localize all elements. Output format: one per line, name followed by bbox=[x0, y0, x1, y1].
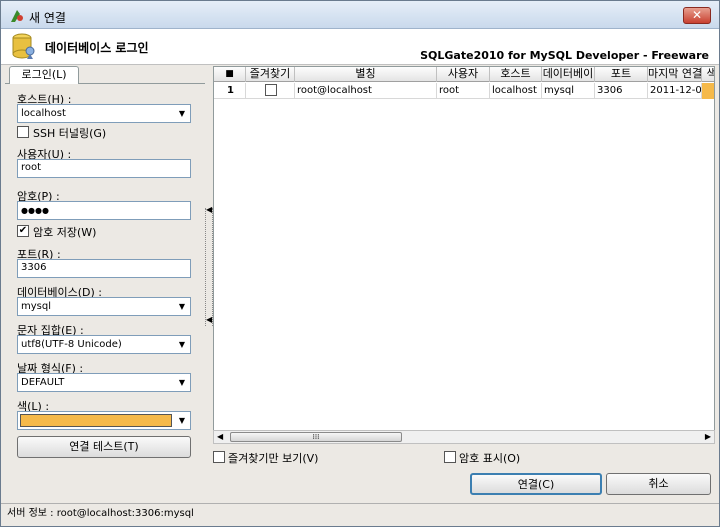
alias-cell: root@localhost bbox=[295, 83, 437, 99]
connect-button[interactable]: 연결(C) bbox=[470, 473, 602, 495]
favorites-only-label: 즐겨찾기만 보기(V) bbox=[228, 452, 319, 465]
status-bar: 서버 정보 : root@localhost:3306:mysql bbox=[1, 503, 719, 526]
chevron-down-icon[interactable]: ▼ bbox=[174, 336, 190, 353]
database-cell: mysql bbox=[542, 83, 595, 99]
login-dialog: 새 연결 ✕ 데이터베이스 로그인 SQLGate2010 for MySQL … bbox=[0, 0, 720, 527]
col-favorite[interactable]: 즐겨찾기 bbox=[246, 67, 295, 82]
select-all-header[interactable]: ■ bbox=[214, 67, 246, 82]
tab-login[interactable]: 로그인(L) bbox=[9, 66, 79, 84]
connection-grid: ■ 즐겨찾기 별칭 사용자 호스트 데이터베이 포트 마지막 연결 색 1 ro… bbox=[213, 66, 715, 444]
color-cell bbox=[702, 83, 714, 99]
database-combo[interactable]: mysql ▼ bbox=[17, 297, 191, 316]
chevron-down-icon[interactable]: ▼ bbox=[174, 298, 190, 315]
scroll-left-icon[interactable]: ◀ bbox=[217, 431, 223, 443]
tab-bar: 로그인(L) bbox=[5, 66, 205, 84]
col-port[interactable]: 포트 bbox=[595, 67, 648, 82]
host-cell: localhost bbox=[490, 83, 542, 99]
favorites-only-checkbox[interactable] bbox=[213, 451, 225, 463]
col-last-connected[interactable]: 마지막 연결 bbox=[648, 67, 702, 82]
horizontal-scrollbar[interactable]: ◀ ⁞⁞⁞ ▶ bbox=[213, 430, 715, 444]
chevron-down-icon[interactable]: ▼ bbox=[174, 412, 190, 429]
database-value: mysql bbox=[21, 301, 51, 312]
app-icon bbox=[11, 10, 23, 22]
product-name: SQLGate2010 for MySQL Developer - Freewa… bbox=[420, 49, 709, 62]
col-host[interactable]: 호스트 bbox=[490, 67, 542, 82]
grid-header: ■ 즐겨찾기 별칭 사용자 호스트 데이터베이 포트 마지막 연결 색 bbox=[214, 67, 714, 82]
database-icon bbox=[12, 33, 35, 59]
scroll-thumb[interactable]: ⁞⁞⁞ bbox=[230, 432, 402, 442]
host-combo[interactable]: localhost ▼ bbox=[17, 104, 191, 123]
dateformat-value: DEFAULT bbox=[21, 377, 65, 388]
title-bar: 새 연결 ✕ bbox=[1, 1, 719, 29]
save-password-checkbox[interactable]: ✔ bbox=[17, 225, 29, 237]
cancel-button[interactable]: 취소 bbox=[606, 473, 711, 495]
dateformat-combo[interactable]: DEFAULT ▼ bbox=[17, 373, 191, 392]
dialog-header: 데이터베이스 로그인 SQLGate2010 for MySQL Develop… bbox=[1, 29, 719, 65]
user-cell: root bbox=[437, 83, 490, 99]
ssh-checkbox[interactable] bbox=[17, 126, 29, 138]
password-input[interactable]: ●●●● bbox=[17, 201, 191, 220]
favorite-cell bbox=[246, 83, 295, 99]
col-alias[interactable]: 별칭 bbox=[295, 67, 437, 82]
chevron-left-icon[interactable]: ◀ bbox=[206, 315, 212, 324]
user-input[interactable]: root bbox=[17, 159, 191, 178]
show-password-label: 암호 표시(O) bbox=[459, 452, 521, 465]
scroll-right-icon[interactable]: ▶ bbox=[705, 431, 711, 443]
port-input[interactable]: 3306 bbox=[17, 259, 191, 278]
window-title: 새 연결 bbox=[29, 11, 66, 25]
chevron-down-icon[interactable]: ▼ bbox=[174, 105, 190, 122]
chevron-down-icon[interactable]: ▼ bbox=[174, 374, 190, 391]
col-user[interactable]: 사용자 bbox=[437, 67, 490, 82]
favorite-checkbox[interactable] bbox=[265, 84, 277, 96]
charset-value: utf8(UTF-8 Unicode) bbox=[21, 339, 122, 350]
col-database[interactable]: 데이터베이 bbox=[542, 67, 595, 82]
last-connected-cell: 2011-12-04 bbox=[648, 83, 702, 99]
port-cell: 3306 bbox=[595, 83, 648, 99]
ssh-label: SSH 터널링(G) bbox=[33, 127, 107, 140]
table-row[interactable]: 1 root@localhost root localhost mysql 33… bbox=[214, 83, 714, 99]
col-color[interactable]: 색 bbox=[702, 67, 714, 82]
header-title: 데이터베이스 로그인 bbox=[45, 41, 149, 55]
save-password-label: 암호 저장(W) bbox=[33, 226, 97, 239]
charset-combo[interactable]: utf8(UTF-8 Unicode) ▼ bbox=[17, 335, 191, 354]
color-swatch bbox=[20, 414, 172, 427]
test-connection-button[interactable]: 연결 테스트(T) bbox=[17, 436, 191, 458]
show-password-checkbox[interactable] bbox=[444, 451, 456, 463]
host-value: localhost bbox=[21, 108, 66, 119]
row-number: 1 bbox=[214, 83, 246, 99]
chevron-left-icon[interactable]: ◀ bbox=[206, 205, 212, 214]
color-combo[interactable]: ▼ bbox=[17, 411, 191, 430]
splitter-handle[interactable] bbox=[205, 208, 213, 326]
login-form: 호스트(H) : localhost ▼ SSH 터널링(G) 사용자(U) :… bbox=[5, 84, 205, 497]
close-button[interactable]: ✕ bbox=[683, 7, 711, 24]
